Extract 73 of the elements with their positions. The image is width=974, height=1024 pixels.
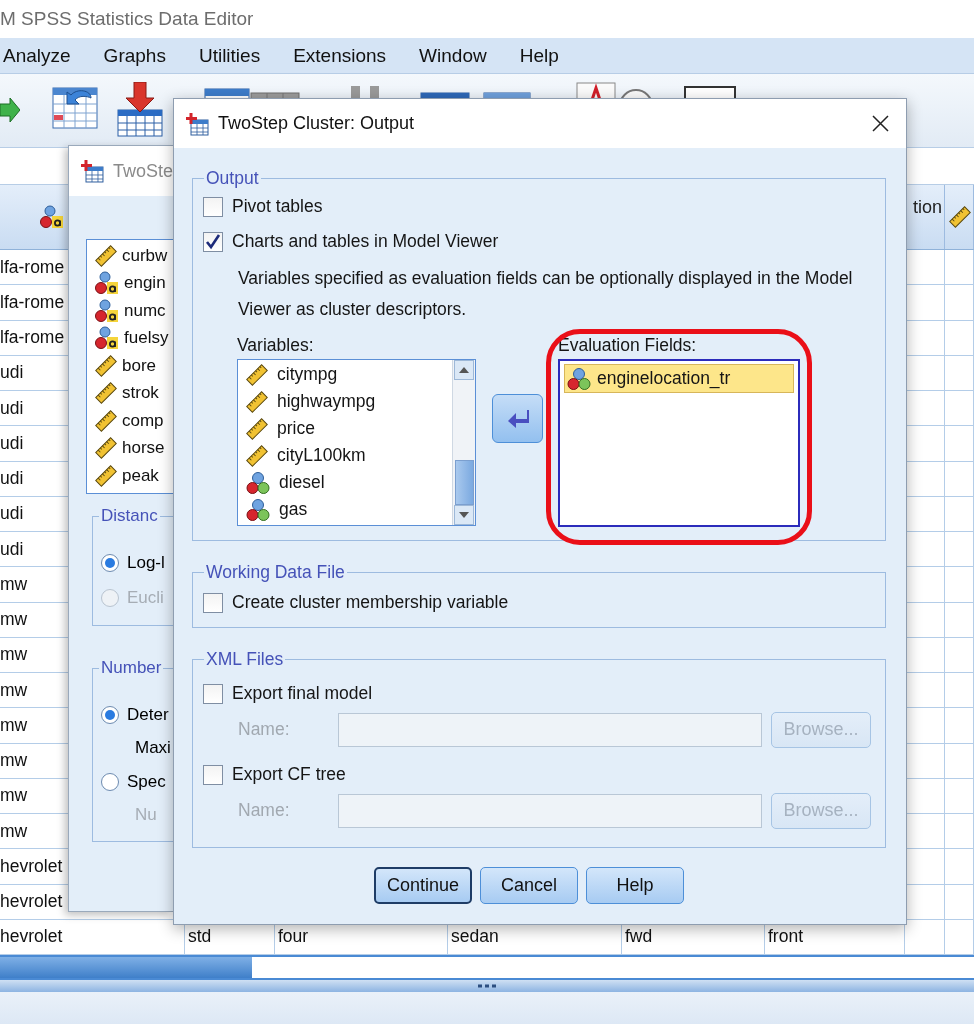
table-cell: mw — [0, 644, 28, 666]
dialog-title: TwoStep Cluster: Output — [218, 113, 415, 134]
group-title: Working Data File — [205, 562, 346, 583]
menu-item[interactable]: Window — [419, 44, 487, 67]
variable-item[interactable]: price — [277, 418, 315, 439]
description-text: Variables specified as evaluation fields can be optionally displayed in the Model Viewer as cluster descriptors. — [238, 267, 854, 321]
menu-item[interactable]: Utilities — [198, 44, 261, 67]
list-label: Evaluation Fields: — [558, 335, 698, 357]
checkbox-label: Export final model — [232, 683, 373, 704]
checkbox-label: Charts and tables in Model Viewer — [232, 231, 499, 252]
table-cell: udi — [0, 538, 24, 560]
table-cell: mw — [0, 714, 28, 736]
table-cell: mw — [0, 573, 28, 595]
variable-item[interactable]: fuelsy — [124, 328, 169, 349]
table-cell: mw — [0, 750, 28, 772]
dialog-button[interactable]: Cancel — [480, 867, 578, 904]
field-label: Name: — [238, 800, 291, 821]
dialog-button[interactable]: Help — [586, 867, 684, 904]
variable-item[interactable]: gas — [279, 499, 308, 520]
table-cell: udi — [0, 397, 24, 419]
table-cell: udi — [0, 503, 24, 525]
menu-item[interactable]: Analyze — [3, 44, 71, 67]
list-label: Variables: — [237, 335, 315, 357]
list-item[interactable]: enginelocation_tr — [564, 364, 794, 393]
table-cell: mw — [0, 785, 28, 807]
table-cell: mw — [0, 679, 28, 701]
table-cell: front — [768, 926, 804, 948]
variable-item[interactable]: curbw — [122, 245, 168, 266]
table-cell: std — [188, 926, 212, 948]
table-cell: lfa-rome — [0, 291, 65, 313]
table-cell: lfa-rome — [0, 256, 65, 278]
radio-label: Deter — [127, 704, 169, 725]
field-label: Nu — [135, 805, 157, 825]
checkbox-label: Export CF tree — [232, 764, 346, 785]
table-cell: sedan — [451, 926, 499, 948]
group-title: Output — [205, 168, 260, 189]
variable-item[interactable]: cityL100km — [277, 445, 366, 466]
variable-item[interactable]: comp — [122, 410, 164, 431]
dialog-button[interactable]: Continue — [374, 867, 472, 904]
menu-item[interactable]: Help — [519, 44, 559, 67]
radio-label: Log-l — [127, 552, 165, 573]
table-cell: udi — [0, 362, 24, 384]
field-label: Maxi — [135, 738, 171, 758]
menu-item[interactable]: Extensions — [293, 44, 387, 67]
table-cell: hevrolet — [0, 891, 63, 913]
group-title: XML Files — [205, 649, 285, 670]
variable-item[interactable]: highwaympg — [277, 391, 376, 412]
variable-item[interactable]: horse — [122, 438, 165, 459]
checkbox-label: Pivot tables — [232, 196, 323, 217]
menu-item[interactable]: Graphs — [103, 44, 166, 67]
window-title: M SPSS Statistics Data Editor — [0, 8, 254, 30]
radio-label: Spec — [127, 771, 166, 792]
checkbox-label: Create cluster membership variable — [232, 592, 509, 613]
variable-item[interactable]: citympg — [277, 364, 338, 385]
table-cell: four — [278, 926, 309, 948]
radio-label: Eucli — [127, 587, 164, 608]
variable-item[interactable]: numc — [124, 300, 166, 321]
table-cell: fwd — [625, 926, 653, 948]
table-cell: udi — [0, 468, 24, 490]
variable-item[interactable]: peak — [122, 465, 159, 486]
table-cell: hevrolet — [0, 926, 63, 948]
variable-item[interactable]: engin — [124, 273, 166, 294]
table-cell: udi — [0, 432, 24, 454]
table-cell: mw — [0, 609, 28, 631]
field-label: Name: — [238, 719, 291, 740]
variable-item[interactable]: strok — [122, 383, 159, 404]
column-header: tion — [912, 197, 942, 218]
table-cell: lfa-rome — [0, 327, 65, 349]
variable-item[interactable]: diesel — [279, 472, 325, 493]
dialog-title: TwoSte — [112, 160, 173, 182]
table-cell: hevrolet — [0, 855, 63, 877]
variable-item[interactable]: bore — [122, 355, 157, 376]
table-cell: mw — [0, 820, 28, 842]
